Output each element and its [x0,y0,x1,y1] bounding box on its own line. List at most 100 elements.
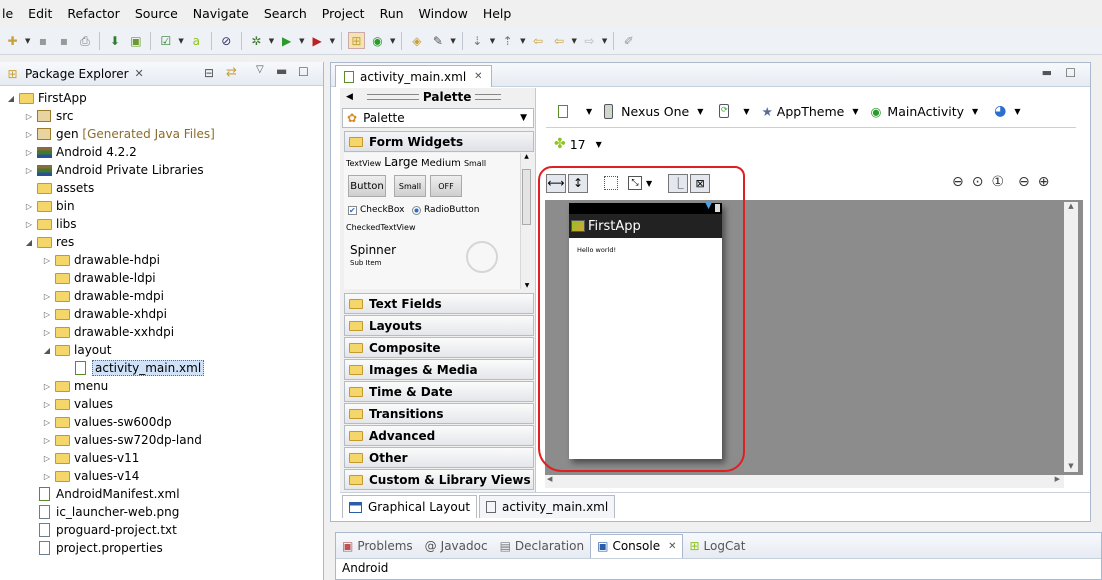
scroll-up-icon[interactable]: ▲ [1064,202,1078,210]
radio-button-widget[interactable]: RadioButton [412,205,479,215]
tree-item-values[interactable]: ▷ values [42,395,113,413]
forward-icon[interactable]: ⇨ [581,32,598,49]
category-custom-library-views[interactable]: Custom & Library Views [344,469,534,490]
menu-source[interactable]: Source [128,6,186,21]
tree-item-android-manifest[interactable]: AndroidManifest.xml [24,485,180,503]
last-edit-icon[interactable]: ⇦ [530,32,547,49]
tab-activity-main-xml[interactable]: activity_main.xml ✕ [335,65,492,87]
tree-item-menu[interactable]: ▷ menu [42,377,108,395]
tree-item-values-v14[interactable]: ▷ values-v14 [42,467,140,485]
run-icon[interactable]: ▶ [278,32,295,49]
theme-dropdown[interactable]: ★ AppTheme ▼ [762,104,859,119]
open-type-icon[interactable]: ◈ [408,32,425,49]
tree-item-libs[interactable]: ▷ libs [24,215,77,233]
scroll-up-icon[interactable]: ▲ [521,153,532,160]
menu-project[interactable]: Project [315,6,373,21]
expand-arrow-icon[interactable]: ▷ [42,256,52,265]
zoom-to-fit-icon[interactable]: ⊖ [952,174,964,190]
tree-item-activity-main-xml[interactable]: activity_main.xml [60,359,205,377]
save-all-icon[interactable]: ▪ [55,32,72,49]
minimize-icon[interactable]: ▬ [276,64,287,78]
spinner-widget[interactable]: Spinner [350,243,396,257]
orientation-dropdown[interactable]: ⟳ ▼ [715,104,750,118]
lint-icon[interactable]: ☑ [157,32,174,49]
tree-item-private-libraries[interactable]: ▷ Android Private Libraries [24,161,204,179]
tree-item-drawable-ldpi[interactable]: drawable-ldpi [42,269,156,287]
tab-javadoc[interactable]: @ Javadoc [419,534,494,558]
canvas-vertical-scrollbar[interactable]: ▲ ▼ [1064,202,1078,472]
chevron-down-icon[interactable]: ▼ [178,37,183,45]
avd-manager-icon[interactable]: ▣ [127,32,144,49]
collapse-arrow-icon[interactable]: ◢ [6,94,16,103]
zoom-out-icon[interactable]: ⊖ [1018,174,1030,190]
collapse-all-icon[interactable]: ⊟ [204,66,214,80]
menu-file[interactable]: le [0,6,21,21]
maximize-icon[interactable]: ☐ [1065,66,1076,80]
tree-item-values-sw720dp-land[interactable]: ▷ values-sw720dp-land [42,431,202,449]
expand-arrow-icon[interactable]: ▷ [24,112,34,121]
zoom-100-icon[interactable]: ① [991,174,1004,190]
tree-item-android-422[interactable]: ▷ Android 4.2.2 [24,143,137,161]
link-with-editor-icon[interactable]: ⇄ [226,65,237,80]
expand-arrow-icon[interactable]: ▷ [42,418,52,427]
pin-editor-icon[interactable]: ✐ [620,32,637,49]
scroll-left-icon[interactable]: ◀ [547,475,552,483]
external-tools-icon[interactable]: ▶ [309,32,326,49]
tree-item-src[interactable]: ▷ src [24,107,74,125]
menu-refactor[interactable]: Refactor [60,6,127,21]
chevron-down-icon[interactable]: ▼ [450,37,455,45]
expand-arrow-icon[interactable]: ▷ [42,310,52,319]
medium-text-widget[interactable]: Medium [421,158,461,169]
new-java-class-icon[interactable]: ◉ [369,32,386,49]
close-icon[interactable]: ✕ [135,67,144,80]
close-icon[interactable]: ✕ [474,71,482,82]
tree-item-layout[interactable]: ◢ layout [42,341,112,359]
chevron-down-icon[interactable]: ▼ [602,37,607,45]
zoom-real-size-icon[interactable]: ⊙ [972,174,984,190]
tab-console[interactable]: ▣ Console ✕ [590,533,684,558]
minimize-icon[interactable]: ▬ [1042,66,1052,79]
activity-dropdown[interactable]: ◉ MainActivity ▼ [870,104,978,119]
save-icon[interactable]: ▪ [34,32,51,49]
scrollbar-thumb[interactable] [522,169,531,225]
tree-item-firstapp[interactable]: ◢ FirstApp [6,89,87,107]
expand-arrow-icon[interactable]: ▷ [24,220,34,229]
tree-item-proguard[interactable]: proguard-project.txt [24,521,177,539]
device-dropdown[interactable]: Nexus One ▼ [604,103,703,119]
tree-item-values-v11[interactable]: ▷ values-v11 [42,449,140,467]
expand-arrow-icon[interactable]: ▷ [42,472,52,481]
menu-edit[interactable]: Edit [21,6,60,21]
prev-annotation-icon[interactable]: ⇡ [499,32,516,49]
category-transitions[interactable]: Transitions [344,403,534,424]
large-text-widget[interactable]: Large [384,155,418,169]
button-widget[interactable]: Button [348,175,386,197]
progress-circle-widget[interactable] [466,241,498,273]
expand-arrow-icon[interactable]: ▷ [42,436,52,445]
tree-item-ic-launcher-web[interactable]: ic_launcher-web.png [24,503,179,521]
scroll-right-icon[interactable]: ▶ [1055,475,1060,483]
chevron-down-icon[interactable]: ▼ [299,37,304,45]
category-other[interactable]: Other [344,447,534,468]
expand-arrow-icon[interactable]: ▷ [24,202,34,211]
checked-textview-widget[interactable]: CheckedTextView [346,223,416,232]
tree-item-assets[interactable]: assets [24,179,94,197]
category-images-media[interactable]: Images & Media [344,359,534,380]
category-layouts[interactable]: Layouts [344,315,534,336]
locale-dropdown[interactable]: ◕ ▼ [990,103,1020,119]
chevron-down-icon[interactable]: ▼ [490,37,495,45]
tree-item-drawable-xhdpi[interactable]: ▷ drawable-xhdpi [42,305,167,323]
expand-arrow-icon[interactable]: ▷ [42,400,52,409]
palette-header-dropdown[interactable]: ✿ Palette ▼ [342,108,534,128]
chevron-down-icon[interactable]: ▼ [390,37,395,45]
next-annotation-icon[interactable]: ⇣ [469,32,486,49]
back-icon[interactable]: ⇦ [551,32,568,49]
menu-navigate[interactable]: Navigate [186,6,257,21]
chevron-down-icon[interactable]: ▼ [25,37,30,45]
tab-graphical-layout[interactable]: Graphical Layout [342,495,478,518]
scroll-down-icon[interactable]: ▼ [521,282,533,289]
view-menu-icon[interactable]: ▽ [256,64,264,75]
new-android-xml-icon[interactable]: a [188,32,205,49]
tree-item-drawable-xxhdpi[interactable]: ▷ drawable-xxhdpi [42,323,174,341]
expand-arrow-icon[interactable]: ▷ [24,148,34,157]
category-text-fields[interactable]: Text Fields [344,293,534,314]
